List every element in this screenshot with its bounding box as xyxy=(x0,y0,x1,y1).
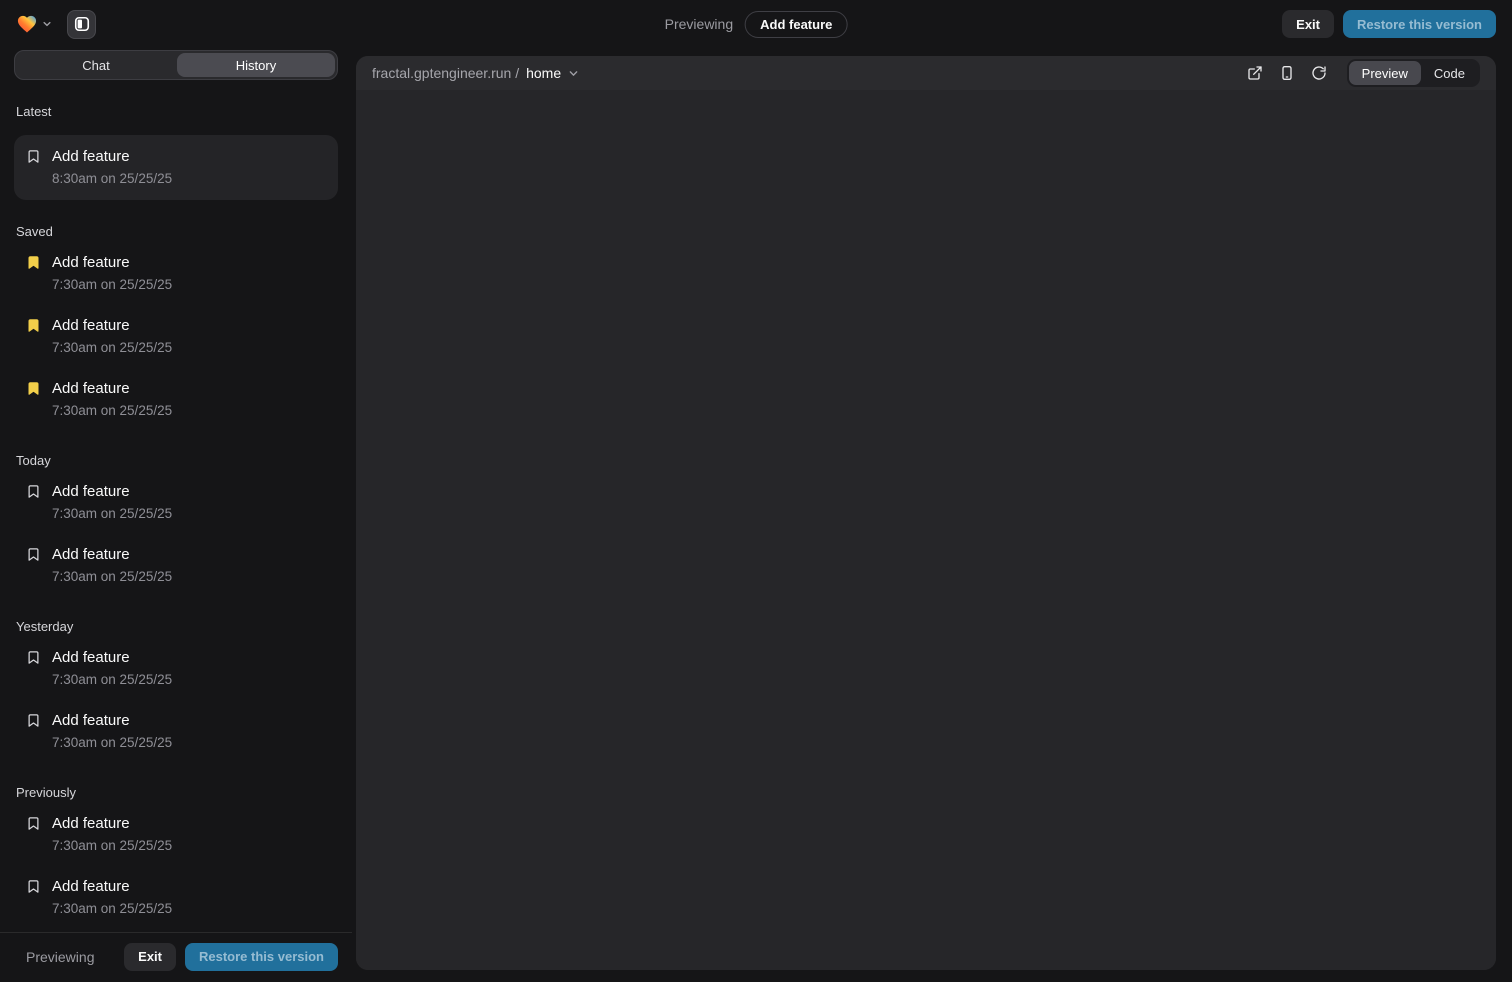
refresh-button[interactable] xyxy=(1305,59,1333,87)
history-list[interactable]: Latest Add feature 8:30am on 25/25/25 Sa… xyxy=(0,80,352,932)
item-title: Add feature xyxy=(52,148,172,166)
item-time: 7:30am on 25/25/25 xyxy=(52,838,172,854)
footer-exit-button[interactable]: Exit xyxy=(124,943,176,971)
history-section: Latest Add feature 8:30am on 25/25/25 xyxy=(14,104,338,200)
history-item[interactable]: Add feature 7:30am on 25/25/25 xyxy=(14,370,338,429)
section-title: Saved xyxy=(16,224,336,240)
bookmark-outline-icon xyxy=(26,713,42,728)
history-item[interactable]: Add feature 7:30am on 25/25/25 xyxy=(14,307,338,366)
section-title: Today xyxy=(16,453,336,469)
preview-url-page: home xyxy=(526,65,561,81)
header-left xyxy=(16,10,96,39)
exit-button[interactable]: Exit xyxy=(1282,10,1334,38)
item-title: Add feature xyxy=(52,380,172,398)
item-time: 7:30am on 25/25/25 xyxy=(52,403,172,419)
item-time: 7:30am on 25/25/25 xyxy=(52,569,172,585)
item-time: 7:30am on 25/25/25 xyxy=(52,506,172,522)
sidebar-toggle-button[interactable] xyxy=(67,10,96,39)
toggle-code[interactable]: Code xyxy=(1421,61,1478,85)
version-pill[interactable]: Add feature xyxy=(745,11,847,38)
workspace-menu-button[interactable] xyxy=(16,14,52,34)
item-time: 8:30am on 25/25/25 xyxy=(52,171,172,187)
history-section: Yesterday Add feature 7:30am on 25/25/25 xyxy=(14,619,338,761)
history-item[interactable]: Add feature 8:30am on 25/25/25 xyxy=(14,135,338,200)
lovable-heart-logo-icon xyxy=(16,14,38,34)
item-title: Add feature xyxy=(52,483,172,501)
item-time: 7:30am on 25/25/25 xyxy=(52,672,172,688)
open-in-new-tab-button[interactable] xyxy=(1241,59,1269,87)
tab-history[interactable]: History xyxy=(177,53,335,77)
section-title: Latest xyxy=(16,104,336,120)
bookmark-filled-icon xyxy=(26,318,42,333)
panel-left-icon xyxy=(74,16,90,32)
top-header: Previewing Add feature Exit Restore this… xyxy=(0,0,1512,48)
footer-restore-version-button[interactable]: Restore this version xyxy=(185,943,338,971)
previewing-label: Previewing xyxy=(665,16,733,32)
history-item[interactable]: Add feature 7:30am on 25/25/25 xyxy=(14,639,338,698)
preview-url-host: fractal.gptengineer.run / xyxy=(372,65,519,81)
bookmark-outline-icon xyxy=(26,879,42,894)
history-section: Saved Add feature 7:30am on 25/25/25 xyxy=(14,224,338,429)
preview-code-toggle: Preview Code xyxy=(1347,59,1480,87)
chevron-down-icon xyxy=(42,19,52,29)
history-item[interactable]: Add feature 7:30am on 25/25/25 xyxy=(14,805,338,864)
bookmark-filled-icon xyxy=(26,255,42,270)
item-time: 7:30am on 25/25/25 xyxy=(52,901,172,917)
bookmark-outline-icon xyxy=(26,650,42,665)
mobile-preview-icon xyxy=(1279,65,1295,81)
bookmark-outline-icon xyxy=(26,816,42,831)
item-title: Add feature xyxy=(52,254,172,272)
section-items: Add feature 7:30am on 25/25/25 Add featu… xyxy=(14,805,338,927)
history-item[interactable]: Add feature 7:30am on 25/25/25 xyxy=(14,868,338,927)
item-time: 7:30am on 25/25/25 xyxy=(52,735,172,751)
history-item[interactable]: Add feature 7:30am on 25/25/25 xyxy=(14,702,338,761)
item-time: 7:30am on 25/25/25 xyxy=(52,277,172,293)
section-items: Add feature 7:30am on 25/25/25 Add featu… xyxy=(14,473,338,595)
refresh-icon xyxy=(1311,65,1327,81)
header-right: Exit Restore this version xyxy=(1282,10,1496,38)
section-title: Yesterday xyxy=(16,619,336,635)
preview-content[interactable] xyxy=(356,90,1496,970)
item-title: Add feature xyxy=(52,712,172,730)
bookmark-outline-icon xyxy=(26,149,42,164)
history-item[interactable]: Add feature 7:30am on 25/25/25 xyxy=(14,244,338,303)
item-title: Add feature xyxy=(52,317,172,335)
history-sidebar: Chat History Latest Add feature 8:30am o… xyxy=(0,48,352,982)
item-title: Add feature xyxy=(52,649,172,667)
preview-panel: fractal.gptengineer.run / home xyxy=(356,56,1496,970)
bookmark-outline-icon xyxy=(26,484,42,499)
section-items: Add feature 7:30am on 25/25/25 Add featu… xyxy=(14,639,338,761)
bookmark-filled-icon xyxy=(26,381,42,396)
item-time: 7:30am on 25/25/25 xyxy=(52,340,172,356)
history-item[interactable]: Add feature 7:30am on 25/25/25 xyxy=(14,536,338,595)
section-items: Add feature 7:30am on 25/25/25 Add featu… xyxy=(14,244,338,429)
item-title: Add feature xyxy=(52,546,172,564)
item-title: Add feature xyxy=(52,815,172,833)
history-item[interactable]: Add feature 7:30am on 25/25/25 xyxy=(14,473,338,532)
external-link-icon xyxy=(1247,65,1263,81)
section-items: Add feature 8:30am on 25/25/25 xyxy=(14,135,338,200)
mobile-view-button[interactable] xyxy=(1273,59,1301,87)
header-center: Previewing Add feature xyxy=(665,0,848,48)
section-title: Previously xyxy=(16,785,336,801)
preview-topbar: fractal.gptengineer.run / home xyxy=(356,56,1496,90)
tab-chat[interactable]: Chat xyxy=(17,53,175,77)
history-section: Today Add feature 7:30am on 25/25/25 xyxy=(14,453,338,595)
chat-history-tabs: Chat History xyxy=(14,50,338,80)
history-section: Previously Add feature 7:30am on 25/25/2… xyxy=(14,785,338,927)
toggle-preview[interactable]: Preview xyxy=(1349,61,1421,85)
preview-actions: Preview Code xyxy=(1241,59,1480,87)
footer-previewing-label: Previewing xyxy=(26,949,94,965)
bookmark-outline-icon xyxy=(26,547,42,562)
sidebar-footer: Previewing Exit Restore this version xyxy=(0,932,352,982)
item-title: Add feature xyxy=(52,878,172,896)
preview-url-selector[interactable]: fractal.gptengineer.run / home xyxy=(372,65,579,81)
chevron-down-icon xyxy=(568,68,579,79)
restore-version-button[interactable]: Restore this version xyxy=(1343,10,1496,38)
